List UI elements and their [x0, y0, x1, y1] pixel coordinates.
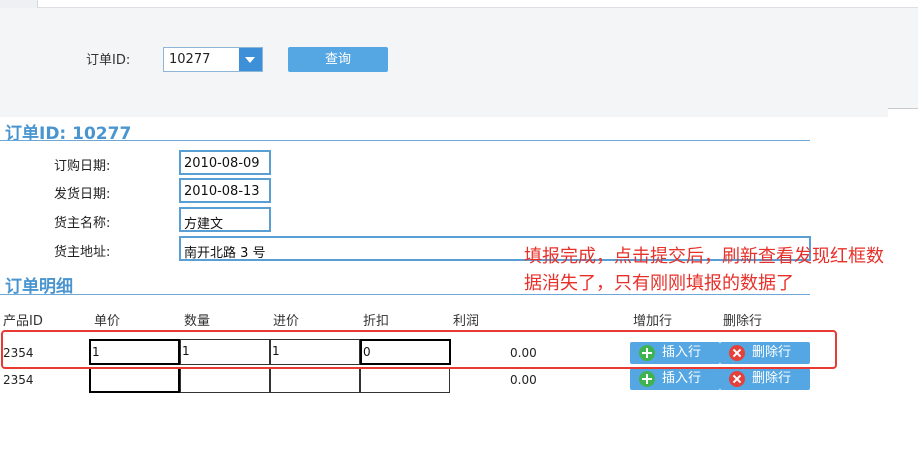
order-date-label: 订购日期: — [54, 159, 111, 174]
query-button[interactable]: 查询 — [288, 47, 388, 72]
column-header-product-id: 产品ID — [3, 314, 43, 329]
product-id-cell: 2354 — [3, 373, 34, 387]
quantity-input[interactable] — [180, 367, 270, 393]
shipper-name-label: 货主名称: — [54, 216, 111, 231]
insert-row-label: 插入行 — [662, 371, 702, 386]
delete-row-label: 删除行 — [752, 371, 792, 386]
ship-date-field[interactable]: 2010-08-13 — [179, 178, 271, 203]
top-strip — [0, 0, 918, 8]
chevron-down-icon[interactable] — [239, 48, 262, 71]
order-id-label: 订单ID: — [86, 53, 131, 68]
column-header-profit: 利润 — [453, 314, 480, 329]
corner-divider — [888, 108, 918, 117]
annotation-note: 填报完成，点击提交后，刷新查看发现红框数据消失了，只有刚刚填报的数据了 — [524, 246, 884, 294]
profit-cell: 0.00 — [510, 373, 537, 387]
column-header-price: 单价 — [94, 314, 121, 329]
delete-row-button[interactable]: 删除行 — [720, 368, 810, 390]
close-icon — [729, 371, 745, 387]
plus-icon — [639, 371, 655, 387]
annotation-highlight-box — [1, 330, 837, 369]
ship-date-label: 发货日期: — [54, 187, 111, 202]
column-header-discount: 折扣 — [363, 314, 390, 329]
column-header-quantity: 数量 — [184, 314, 211, 329]
price-input[interactable] — [89, 367, 180, 393]
top-tab[interactable] — [0, 0, 38, 8]
column-header-delete-row: 删除行 — [723, 314, 763, 329]
discount-input[interactable] — [360, 367, 450, 393]
order-date-field[interactable]: 2010-08-09 — [179, 150, 271, 175]
insert-row-button[interactable]: 插入行 — [630, 368, 720, 390]
order-id-value[interactable]: 10277 — [169, 52, 210, 67]
query-bar: 订单ID: 10277 查询 — [0, 8, 918, 117]
column-header-add-row: 增加行 — [633, 314, 673, 329]
cost-input[interactable] — [270, 367, 360, 393]
shipper-address-label: 货主地址: — [54, 245, 111, 260]
column-header-cost: 进价 — [273, 314, 300, 329]
shipper-name-field[interactable]: 方建文 — [179, 207, 271, 232]
order-id-combobox[interactable]: 10277 — [163, 47, 263, 72]
order-title-divider — [0, 140, 810, 141]
